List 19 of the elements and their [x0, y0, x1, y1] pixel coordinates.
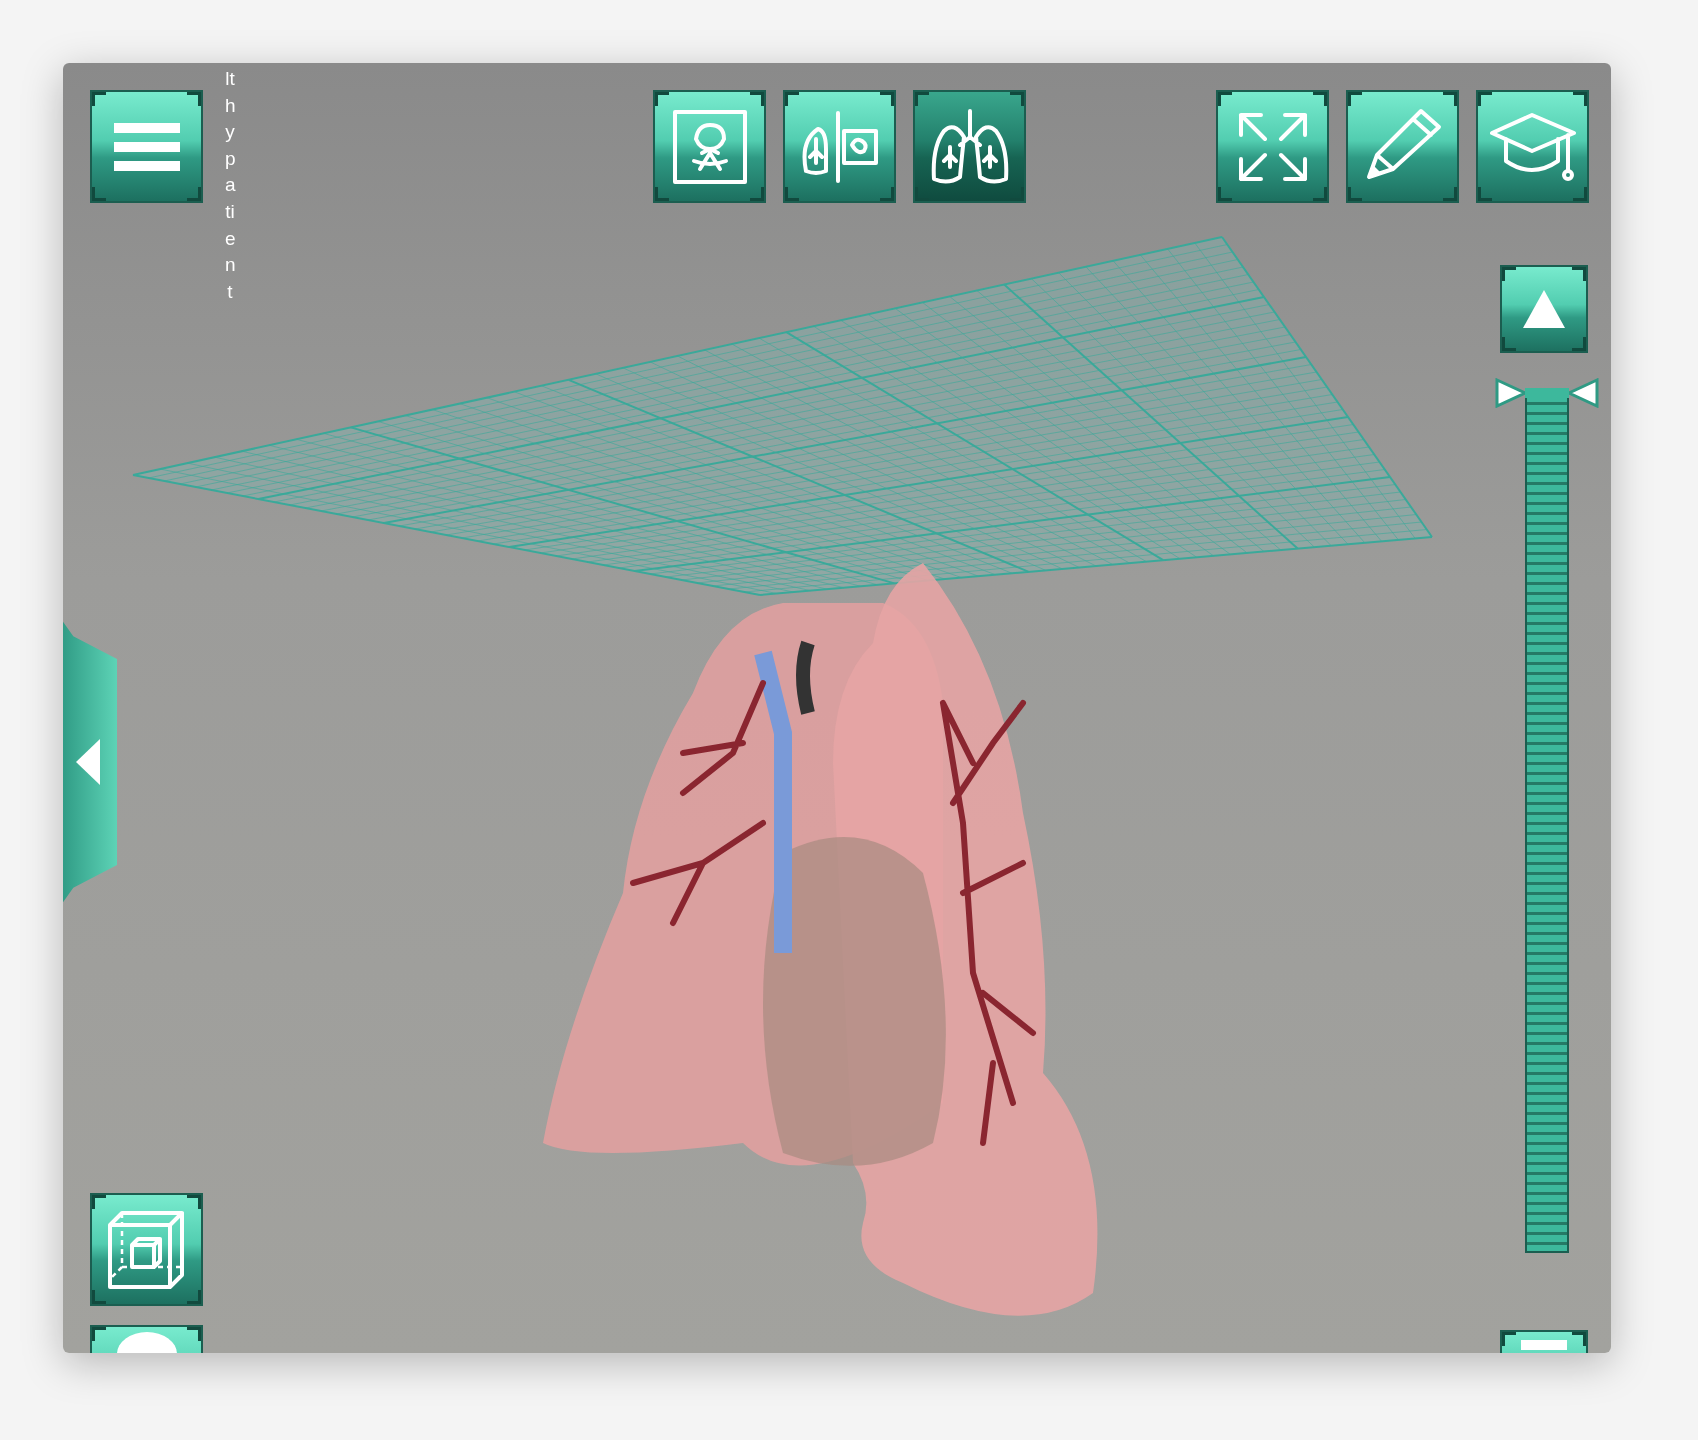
- menu-button[interactable]: [90, 90, 203, 203]
- bar-icon: [1521, 1340, 1567, 1350]
- split-view-tab[interactable]: [783, 90, 896, 203]
- triangle-up-icon: [1521, 288, 1567, 330]
- scroll-up-button[interactable]: [1500, 265, 1588, 353]
- caret-left-icon: [76, 739, 102, 785]
- zoom-slider[interactable]: [1495, 378, 1599, 1253]
- scan-view-tab[interactable]: [653, 90, 766, 203]
- learn-button[interactable]: [1476, 90, 1589, 203]
- fullscreen-button[interactable]: [1216, 90, 1329, 203]
- model-view-tab[interactable]: [913, 90, 1026, 203]
- patient-label: lthypatient: [225, 67, 235, 304]
- scan-image-icon: [671, 108, 748, 185]
- fullscreen-icon: [1236, 110, 1309, 183]
- lungs-icon: [929, 106, 1010, 187]
- draw-button[interactable]: [1346, 90, 1459, 203]
- view-cube-button[interactable]: [90, 1193, 203, 1306]
- slider-handle[interactable]: [1495, 378, 1599, 408]
- menu-icon: [113, 120, 180, 173]
